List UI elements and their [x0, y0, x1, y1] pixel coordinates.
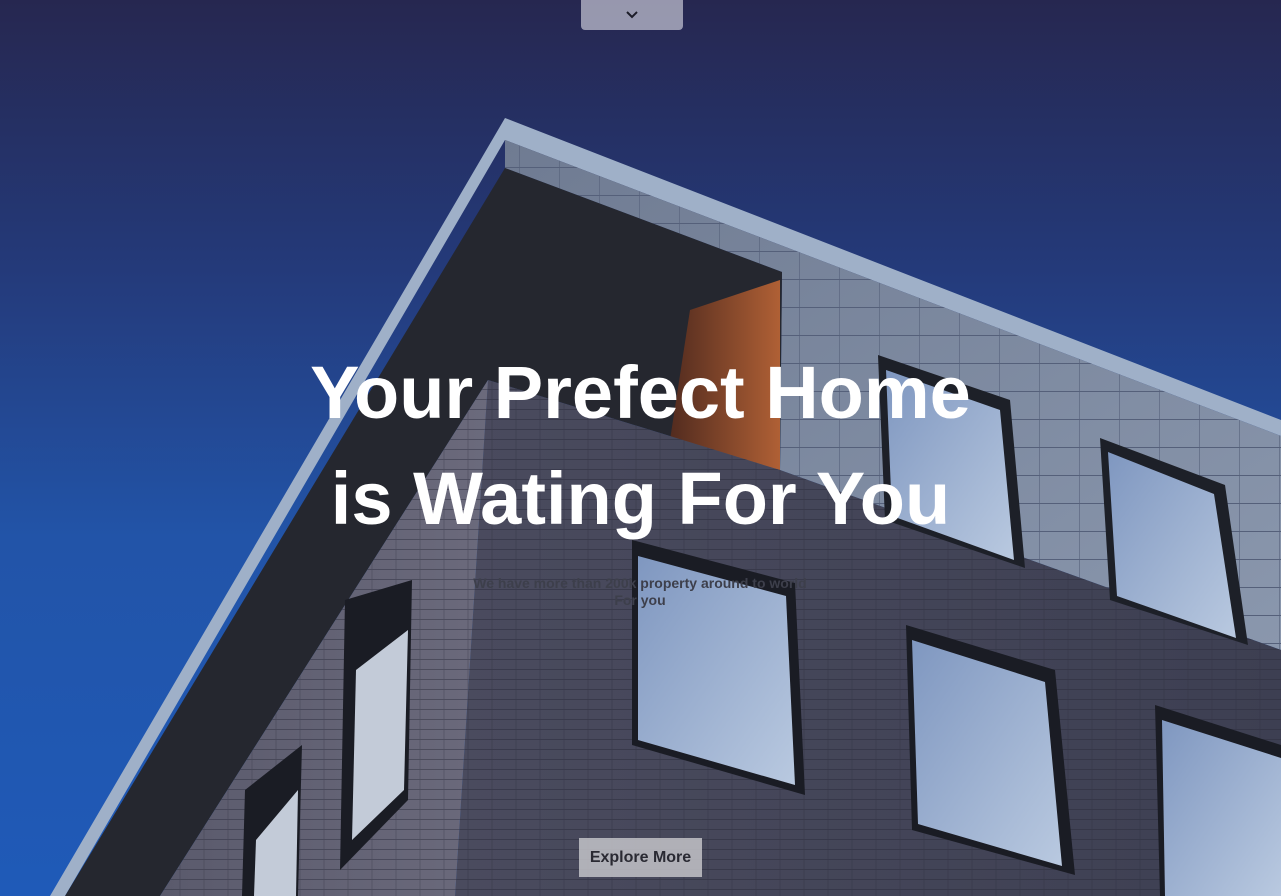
navbar-toggle-button[interactable] — [581, 0, 683, 30]
hero-headline: Your Prefect Home is Wating For You — [0, 340, 1281, 552]
hero-subtext: We have more than 200k property around t… — [473, 575, 807, 608]
chevron-down-icon — [626, 11, 638, 19]
explore-more-button[interactable]: Explore More — [579, 838, 702, 877]
hero-headline-line1: Your Prefect Home — [310, 351, 971, 434]
hero-headline-line2: is Wating For You — [330, 457, 951, 540]
hero-section: Your Prefect Home is Wating For You We h… — [0, 0, 1281, 896]
